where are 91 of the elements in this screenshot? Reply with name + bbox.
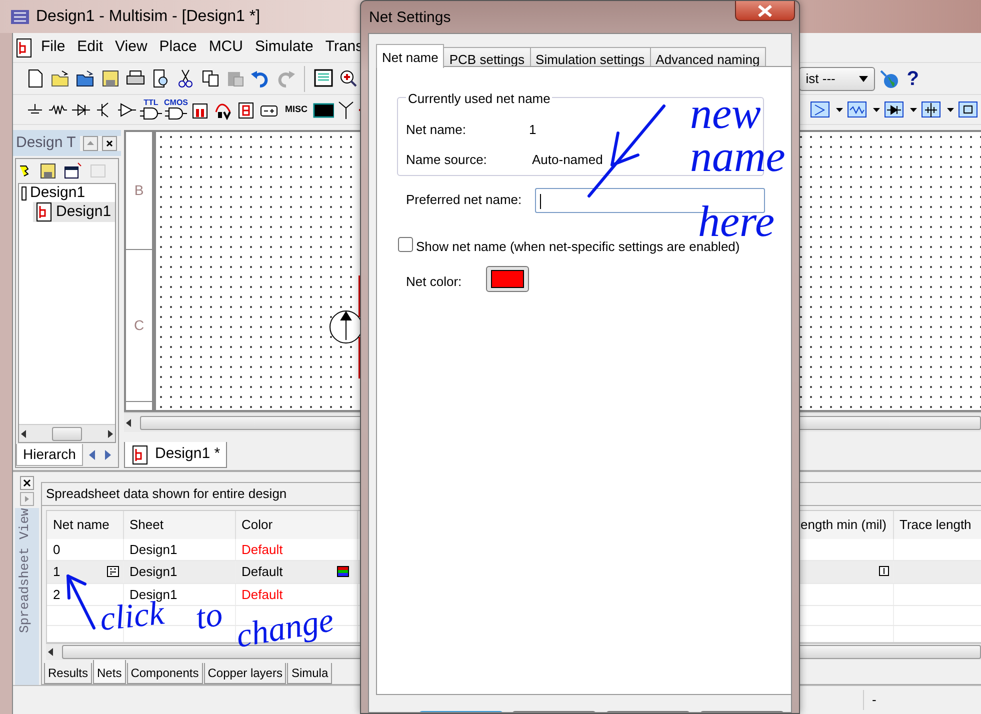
field-label: Net color: [406,273,462,291]
handwritten-note: to [193,598,226,636]
table-cell: 0 [53,542,60,557]
status-text: - [863,690,876,710]
panel-tab[interactable]: Hierarch [16,444,83,466]
table-cell: Default [242,586,283,602]
panel-title: Design T [16,132,76,153]
caret-icon [873,108,880,112]
menu-item[interactable]: File [35,36,72,59]
field-label: Name source: [406,151,487,169]
zoom-in-icon[interactable] [338,68,359,89]
caret-icon [858,76,868,82]
handwritten-note: change [234,604,336,654]
sheet-tab[interactable]: Results [44,663,92,684]
caret-icon [947,108,954,112]
probe-icon[interactable] [810,100,830,119]
sheet-tab[interactable]: Simula [287,663,332,684]
window-icon[interactable] [64,162,82,180]
arrow-drawing [64,572,98,632]
table-cell: 1 [53,564,60,580]
dialog-title: Net Settings [369,8,451,28]
color-picker-button[interactable] [486,266,529,292]
scroll-left-icon[interactable] [124,418,134,428]
menu-item[interactable]: View [109,36,154,59]
edit-icon[interactable] [106,566,118,578]
table-cell: Design1 [130,586,178,602]
menu-item[interactable]: MCU [202,36,249,59]
scrollbar[interactable] [19,424,115,442]
palette-icon[interactable] [336,566,348,578]
scroll-right-icon[interactable] [105,428,115,438]
edit-icon[interactable] [878,566,888,576]
globe-icon[interactable] [878,68,899,88]
border-label: B [134,181,144,200]
menu-item[interactable]: Edit [71,36,110,59]
chip-icon[interactable] [958,100,978,119]
open-folder-icon[interactable] [75,68,96,89]
table-cell: 2 [53,586,60,602]
field-value: Auto-named [532,151,603,169]
handwritten-note: name [690,135,786,179]
window-title: Design1 - Multisim - [Design1 *] [36,6,260,26]
table-cell: Default [242,564,283,580]
sheet-tab[interactable]: Nets [93,660,126,684]
diode-icon[interactable] [884,100,904,119]
tree-item[interactable]: Design1 [19,184,115,202]
checkbox[interactable] [398,237,413,252]
schematic-icon [35,202,53,222]
sheet-tab[interactable]: Copper layers [204,663,286,684]
tree-item[interactable]: Design1 [33,202,115,222]
dialog-tab[interactable]: Advanced naming [650,47,766,68]
menu-item[interactable]: Simulate [248,36,320,59]
scroll-left-icon[interactable] [19,428,29,438]
border-label: C [134,316,144,335]
table-cell: Default [242,542,283,557]
checkbox-label: Show net name (when net-specific settings are enabled) [416,238,740,256]
sheet-icon[interactable] [313,68,334,89]
caret-icon [836,108,843,112]
transistor-icon[interactable] [921,100,941,119]
dialog-tab[interactable]: Simulation settings [530,47,651,68]
waveform-icon[interactable] [847,100,867,119]
table-cell: Design1 [130,542,178,557]
dialog-tab[interactable]: Net name [376,44,444,68]
close-icon[interactable] [20,476,34,490]
field-label: Preferred net name: [406,191,522,209]
sheet-tab[interactable]: Components [126,663,203,684]
copy-icon[interactable] [200,68,221,89]
gate-button[interactable]: CMOS [164,99,188,120]
menu-item[interactable]: Place [153,36,203,59]
column-header[interactable]: Color [235,511,357,539]
save-icon[interactable] [100,68,121,89]
help-button[interactable]: ? [902,64,923,94]
column-header[interactable]: Trace length [893,511,981,539]
scroll-left-icon[interactable] [46,646,56,657]
field-label: Net name: [406,121,466,139]
save-icon[interactable] [40,162,56,180]
column-header[interactable]: Net name [47,511,123,539]
close-icon[interactable] [102,136,117,150]
gate-icon [140,107,162,120]
caret-icon [910,108,917,112]
panel-title: Spreadsheet View [15,508,39,685]
close-button[interactable] [735,1,795,21]
handwritten-note: new [690,92,761,136]
table-cell: Design1 [130,564,178,580]
gate-icon [165,107,187,120]
close-icon [757,4,773,18]
misc-button[interactable]: MISC [282,102,310,116]
document-tab[interactable]: Design1 * [124,442,228,468]
dropdown[interactable]: ist --- [798,66,875,90]
gate-button[interactable]: TTL [140,99,162,120]
app-icon [10,8,30,26]
field-value: 1 [529,121,536,139]
column-header[interactable]: Sheet [123,511,235,539]
